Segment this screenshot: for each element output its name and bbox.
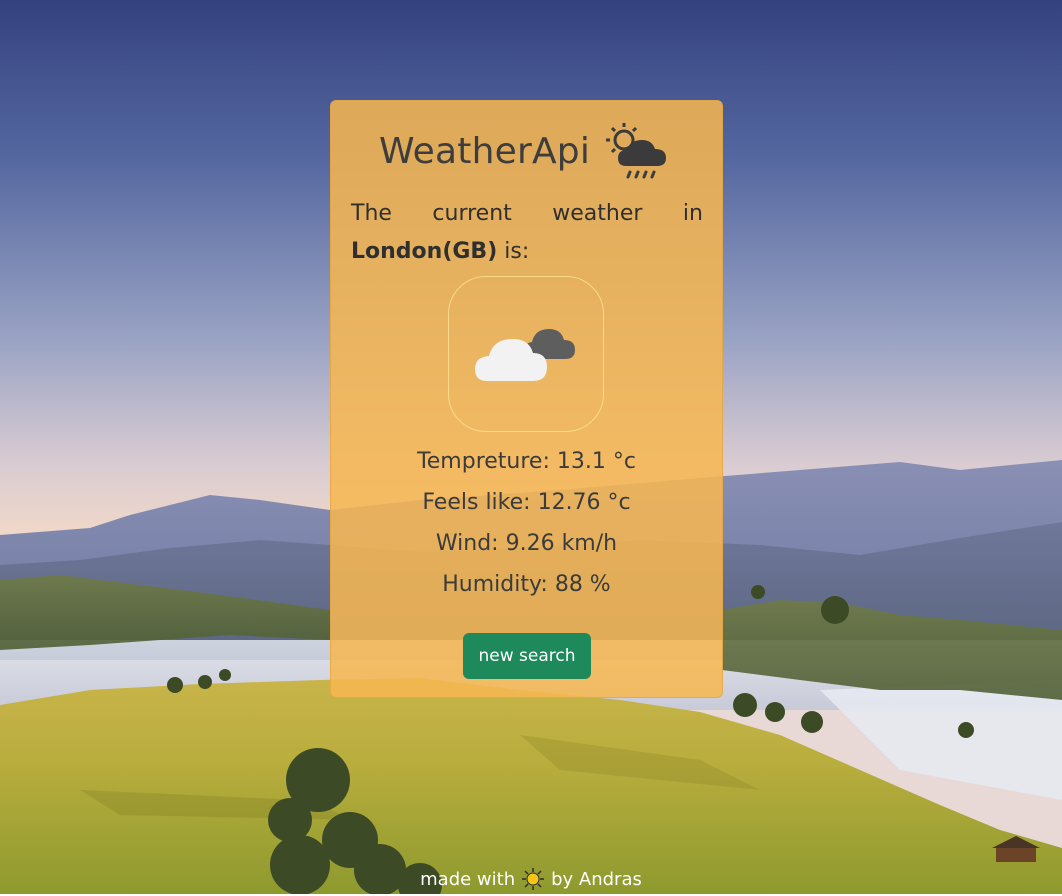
location-intro: The current weather in London(GB) is: xyxy=(351,195,703,271)
footer-suffix: by Andras xyxy=(551,868,642,890)
city-name: London(GB) xyxy=(351,239,498,264)
humidity-value: Humidity: 88 % xyxy=(442,572,611,597)
app-title: WeatherApi xyxy=(378,130,591,172)
intro-word: weather xyxy=(552,201,643,226)
weather-card: WeatherApi The current weather in London… xyxy=(330,100,723,698)
broken-clouds-icon xyxy=(475,329,575,381)
footer-prefix: made with xyxy=(420,868,516,890)
sun-icon xyxy=(521,867,545,891)
intro-word: in xyxy=(682,201,703,226)
footer: made with by Andras xyxy=(0,864,1062,894)
intro-word: The xyxy=(351,201,392,226)
intro-word: current xyxy=(432,201,512,226)
new-search-button[interactable]: new search xyxy=(463,633,591,679)
sun-cloud-rain-icon xyxy=(604,120,674,182)
wind-value: Wind: 9.26 km/h xyxy=(435,531,618,556)
temperature-value: Tempreture: 13.1 °c xyxy=(417,449,636,474)
condition-icon-box xyxy=(448,276,604,432)
intro-suffix: is: xyxy=(497,239,530,264)
title-row: WeatherApi xyxy=(331,119,722,183)
feels-like-value: Feels like: 12.76 °c xyxy=(422,490,631,515)
weather-stats: Tempreture: 13.1 °c Feels like: 12.76 °c… xyxy=(331,441,722,605)
